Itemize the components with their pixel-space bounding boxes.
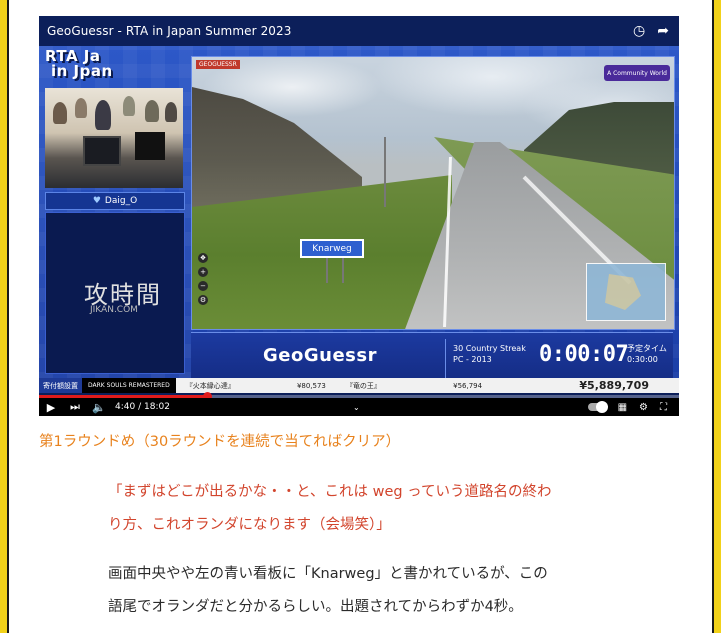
next-icon[interactable]: ⏭ xyxy=(63,400,87,414)
street-sign: Knarweg xyxy=(300,239,364,258)
ticker-item: 『竜の王』 ¥56,794 xyxy=(336,381,492,391)
runner-person xyxy=(95,100,111,130)
fullscreen-icon[interactable]: ⛶ xyxy=(660,402,667,413)
pc-tower xyxy=(135,132,165,160)
ticker-incentive-title: DARK SOULS REMASTERED xyxy=(88,382,170,389)
body-line: 画面中央やや左の青い看板に「Knarweg」と書かれているが、この xyxy=(108,566,548,582)
autoplay-toggle[interactable] xyxy=(587,401,608,413)
ticker-item-amount: ¥80,573 xyxy=(296,381,326,390)
community-world-badge: A Community World xyxy=(604,65,670,81)
page-frame-right xyxy=(712,0,721,633)
audience-person xyxy=(53,102,67,124)
donation-ticker: 寄付額設置 DARK SOULS REMASTERED 『火本縁心達』 ¥80,… xyxy=(39,378,679,393)
sponsor-panel: 攻時間 JIKAN.COM xyxy=(45,212,185,374)
ticker-item-label: 『火本縁心達』 xyxy=(185,381,235,390)
compass-icon[interactable]: ❖ xyxy=(198,253,208,263)
category: 30 Country Streak xyxy=(453,344,526,353)
audience-person xyxy=(145,100,159,122)
donation-total: ¥5,889,709 xyxy=(579,379,649,392)
audience-person xyxy=(75,98,87,118)
title-icons: ◷ ➦ xyxy=(633,24,669,38)
article-body: 画面中央やや左の青い看板に「Knarweg」と書かれているが、この 語尾でオラン… xyxy=(108,558,608,624)
chevron-down-icon[interactable]: ⌄ xyxy=(353,403,360,412)
video-player[interactable]: GeoGuessr - RTA in Japan Summer 2023 ◷ ➦… xyxy=(39,16,679,416)
settings-icon[interactable]: ⚙ xyxy=(198,295,208,305)
audience-person xyxy=(123,96,135,116)
geoguessr-badge: GEOGUESSR xyxy=(196,60,240,69)
player-controls: ▶ ⏭ 🔈 4:40 / 18:02 ⌄ ▦ ⚙ ⛶ xyxy=(39,398,679,416)
ticker-label: 寄付額設置 xyxy=(39,378,82,393)
clock-icon[interactable]: ◷ xyxy=(633,24,645,38)
player-right-controls: ▦ ⚙ ⛶ xyxy=(587,401,679,413)
platform: PC - 2013 xyxy=(453,355,492,364)
subtitles-icon[interactable]: ▦ xyxy=(618,402,627,413)
ticker-incentive: DARK SOULS REMASTERED xyxy=(82,378,176,393)
run-timer: 0:00:07 xyxy=(539,342,629,367)
current-time: 4:40 xyxy=(115,402,136,412)
audience-person xyxy=(165,102,177,122)
ticker-item-label: 『竜の王』 xyxy=(345,381,381,390)
runner-handle-text: Daig_O xyxy=(104,196,138,206)
quote-line: 「まずはどこが出るかな・・と、これは weg っていう道路名の終わ xyxy=(108,484,552,500)
rta-logo: RTA Ja in Jpan xyxy=(45,49,145,85)
time-display: 4:40 / 18:02 xyxy=(115,402,170,412)
video-title[interactable]: GeoGuessr - RTA in Japan Summer 2023 xyxy=(47,24,292,38)
game-view: Knarweg GEOGUESSR A Community World ❖ + … xyxy=(191,56,675,330)
monitor xyxy=(83,136,121,166)
category-info: 30 Country Streak PC - 2013 xyxy=(453,343,526,365)
estimate-info: 予定タイム 0:30:00 xyxy=(627,343,667,365)
estimate-label: 予定タイム xyxy=(627,344,667,353)
guess-minimap[interactable] xyxy=(586,263,666,321)
time-separator: / xyxy=(138,402,142,412)
duration: 18:02 xyxy=(144,402,170,412)
estimate-time: 0:30:00 xyxy=(627,355,658,364)
twitter-icon: ♥ xyxy=(92,196,101,206)
game-name: GeoGuessr xyxy=(263,345,377,366)
quote-line: り方、これオランダになります（会場笑）」 xyxy=(108,517,391,533)
divider xyxy=(445,339,446,379)
share-icon[interactable]: ➦ xyxy=(657,24,669,38)
zoom-in-icon[interactable]: + xyxy=(198,267,208,277)
play-icon[interactable]: ▶ xyxy=(39,401,63,414)
page-frame-left xyxy=(0,0,9,633)
runner-handle: ♥ Daig_O xyxy=(45,192,185,210)
sign-post xyxy=(384,137,386,207)
zoom-out-icon[interactable]: − xyxy=(198,281,208,291)
volume-icon[interactable]: 🔈 xyxy=(87,401,111,414)
ticker-item-amount: ¥56,794 xyxy=(453,381,483,390)
webcam-feed xyxy=(45,88,183,188)
commentary-quote: 「まずはどこが出るかな・・と、これは weg っていう道路名の終わ り方、これオ… xyxy=(108,476,608,542)
sponsor-url: JIKAN.COM xyxy=(90,305,138,315)
settings-gear-icon[interactable]: ⚙ xyxy=(639,402,648,413)
map-nav-controls: ❖ + − ⚙ xyxy=(198,253,208,305)
body-line: 語尾でオランダだと分かるらしい。出題されてからわずか4秒。 xyxy=(108,599,523,615)
ticker-item: 『火本縁心達』 ¥80,573 xyxy=(176,381,336,391)
logo-line-2: in Jpan xyxy=(51,62,113,80)
round-caption: 第1ラウンドめ（30ラウンドを連続で当てればクリア） xyxy=(39,434,401,450)
